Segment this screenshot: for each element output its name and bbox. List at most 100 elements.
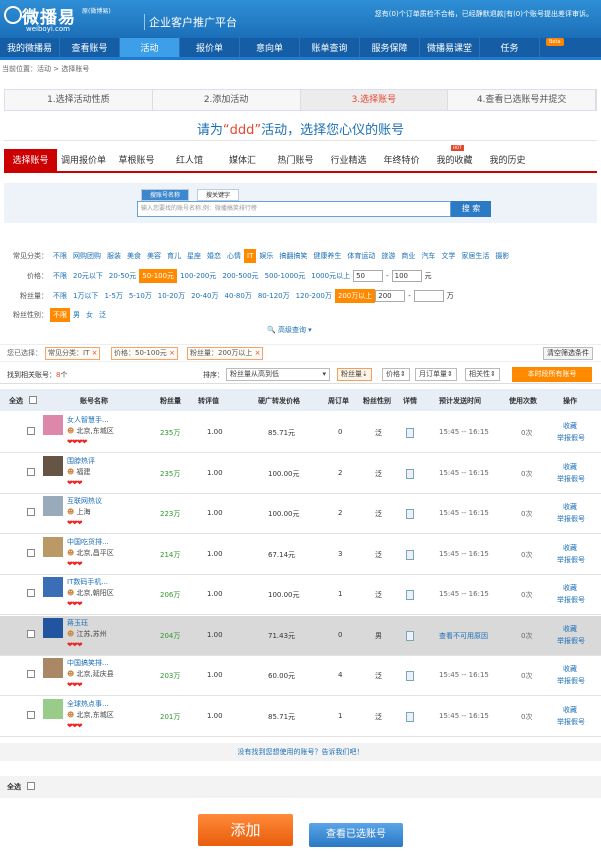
chosen-chip[interactable]: 粉丝量：200万以上 × [187, 347, 264, 360]
row-checkbox[interactable] [27, 548, 35, 557]
favorite-link[interactable]: 收藏 [563, 583, 577, 593]
filter-option[interactable]: 摄影 [492, 249, 512, 263]
row-checkbox[interactable] [27, 427, 35, 435]
nav-bill[interactable]: 账单查询 [300, 38, 360, 57]
filter-option[interactable]: 星座 [184, 249, 204, 263]
filter-option[interactable]: 120-200万 [293, 289, 335, 303]
favorite-link[interactable]: 收藏 [563, 421, 577, 431]
filter-option[interactable]: 汽车 [418, 249, 438, 263]
col-select-all[interactable]: 全选 [9, 396, 23, 406]
filter-option[interactable]: 育儿 [164, 249, 184, 263]
filter-option[interactable]: 不限 [50, 289, 70, 303]
chosen-chip[interactable]: 价格：50-100元 × [111, 347, 178, 360]
filter-option[interactable]: 心情 [224, 249, 244, 263]
nav-quote[interactable]: 报价单 [180, 38, 240, 57]
filter-option[interactable]: 泛 [96, 308, 109, 322]
avatar[interactable] [43, 455, 63, 476]
price-min-input[interactable]: 50 [353, 270, 384, 282]
filter-option[interactable]: 20-50元 [106, 269, 139, 283]
filter-option[interactable]: 服装 [104, 249, 124, 263]
row-checkbox[interactable] [27, 467, 35, 476]
report-link[interactable]: 举报假号 [557, 717, 585, 727]
nav-intent[interactable]: 意向单 [240, 38, 300, 57]
advanced-search-link[interactable]: 🔍 高级查询 ▾ [267, 325, 312, 335]
row-checkbox[interactable] [27, 589, 35, 597]
filter-option[interactable]: 1-5万 [101, 289, 125, 303]
filter-option-selected[interactable]: 200万以上 [334, 289, 376, 303]
detail-icon[interactable] [406, 630, 414, 641]
filter-option[interactable]: 不限 [50, 269, 70, 283]
filter-option[interactable]: 100-200元 [177, 269, 219, 283]
detail-icon[interactable] [406, 590, 414, 600]
filter-option[interactable]: 娱乐 [256, 249, 276, 263]
row-checkbox[interactable] [27, 670, 35, 678]
nav-task[interactable]: 任务 [480, 38, 540, 57]
report-link[interactable]: 举报假号 [557, 514, 585, 524]
all-accounts-button[interactable]: 本时段所有账号 [512, 367, 592, 382]
detail-icon[interactable] [406, 428, 414, 438]
filter-option[interactable]: 商业 [398, 249, 418, 263]
chosen-chip[interactable]: 常见分类：IT × [45, 347, 101, 360]
avatar[interactable] [43, 577, 63, 597]
report-link[interactable]: 举报假号 [557, 555, 585, 565]
filter-option[interactable]: 200-500元 [219, 269, 261, 283]
report-link[interactable]: 举报假号 [557, 636, 585, 646]
avatar[interactable] [43, 536, 63, 557]
detail-icon[interactable] [406, 549, 414, 560]
report-link[interactable]: 举报假号 [557, 433, 585, 443]
account-name[interactable]: 互联网热议 [67, 496, 102, 506]
filter-option[interactable]: 婚恋 [204, 249, 224, 263]
account-name[interactable]: 女人智慧手... [67, 415, 109, 425]
filter-option[interactable]: 家居生活 [458, 249, 492, 263]
filter-option[interactable]: 80-120万 [255, 289, 293, 303]
tab-grassroots[interactable]: 草根账号 [110, 149, 163, 171]
favorite-link[interactable]: 收藏 [563, 502, 577, 512]
chip-close-icon[interactable]: × [92, 349, 98, 357]
fans-max-input[interactable] [413, 290, 444, 302]
clear-filters-button[interactable]: 清空筛选条件 [543, 347, 593, 360]
logo[interactable]: 微播易 原(微博易) weiboyi.com [4, 2, 134, 36]
nav-accounts[interactable]: 查看账号 [60, 38, 120, 57]
filter-option[interactable]: 10-20万 [155, 289, 188, 303]
tab-industry[interactable]: 行业精选 [322, 149, 375, 171]
account-name[interactable]: 全球热点事... [67, 699, 109, 709]
filter-option[interactable]: 500-1000元 [262, 269, 309, 283]
filter-option[interactable]: 旅游 [378, 249, 398, 263]
detail-icon[interactable] [406, 711, 414, 722]
account-name[interactable]: 中国搞笑排... [67, 658, 109, 668]
feedback-link[interactable]: 没有找到您想使用的账号？告诉我们吧！ [0, 743, 601, 761]
account-name[interactable]: IT数码手机... [67, 577, 108, 587]
search-tab-keyword[interactable]: 搜关键字 [197, 189, 240, 201]
tab-history[interactable]: 我的历史 [481, 149, 534, 171]
tab-favorites[interactable]: 我的收藏 [428, 149, 481, 171]
filter-option[interactable]: 美容 [144, 249, 164, 263]
detail-icon[interactable] [406, 671, 414, 681]
filter-option[interactable]: 不限 [50, 249, 70, 263]
sort-select[interactable]: 粉丝量从高到低 ▾ [226, 368, 330, 381]
favorite-link[interactable]: 收藏 [563, 705, 577, 715]
filter-option[interactable]: 女 [83, 308, 96, 322]
row-checkbox[interactable] [27, 710, 35, 719]
detail-icon[interactable] [406, 509, 414, 519]
filter-option[interactable]: 搞翻搞笑 [276, 249, 310, 263]
filter-option[interactable]: 网购团购 [70, 249, 104, 263]
account-name[interactable]: 围脖热评 [67, 456, 95, 466]
filter-option[interactable]: 文学 [438, 249, 458, 263]
favorite-link[interactable]: 收藏 [563, 664, 577, 674]
account-name[interactable]: 中国吃货排... [67, 537, 109, 547]
view-selected-button[interactable]: 查看已选账号 [309, 823, 403, 847]
detail-icon[interactable] [406, 468, 414, 479]
price-max-input[interactable]: 100 [391, 270, 422, 282]
avatar[interactable] [43, 496, 63, 516]
nav-my[interactable]: 我的微播易 [0, 38, 60, 57]
fans-min-input[interactable]: 200 [375, 290, 406, 302]
filter-option[interactable]: 健康养生 [310, 249, 344, 263]
favorite-link[interactable]: 收藏 [563, 543, 577, 553]
tab-select[interactable]: 选择账号 [4, 149, 57, 171]
send-time[interactable]: 查看不可用原因 [439, 631, 488, 641]
chip-close-icon[interactable]: × [255, 349, 261, 357]
report-link[interactable]: 举报假号 [557, 676, 585, 686]
filter-option[interactable]: 男 [70, 308, 83, 322]
report-link[interactable]: 举报假号 [557, 595, 585, 605]
filter-option[interactable]: 1万以下 [70, 289, 101, 303]
